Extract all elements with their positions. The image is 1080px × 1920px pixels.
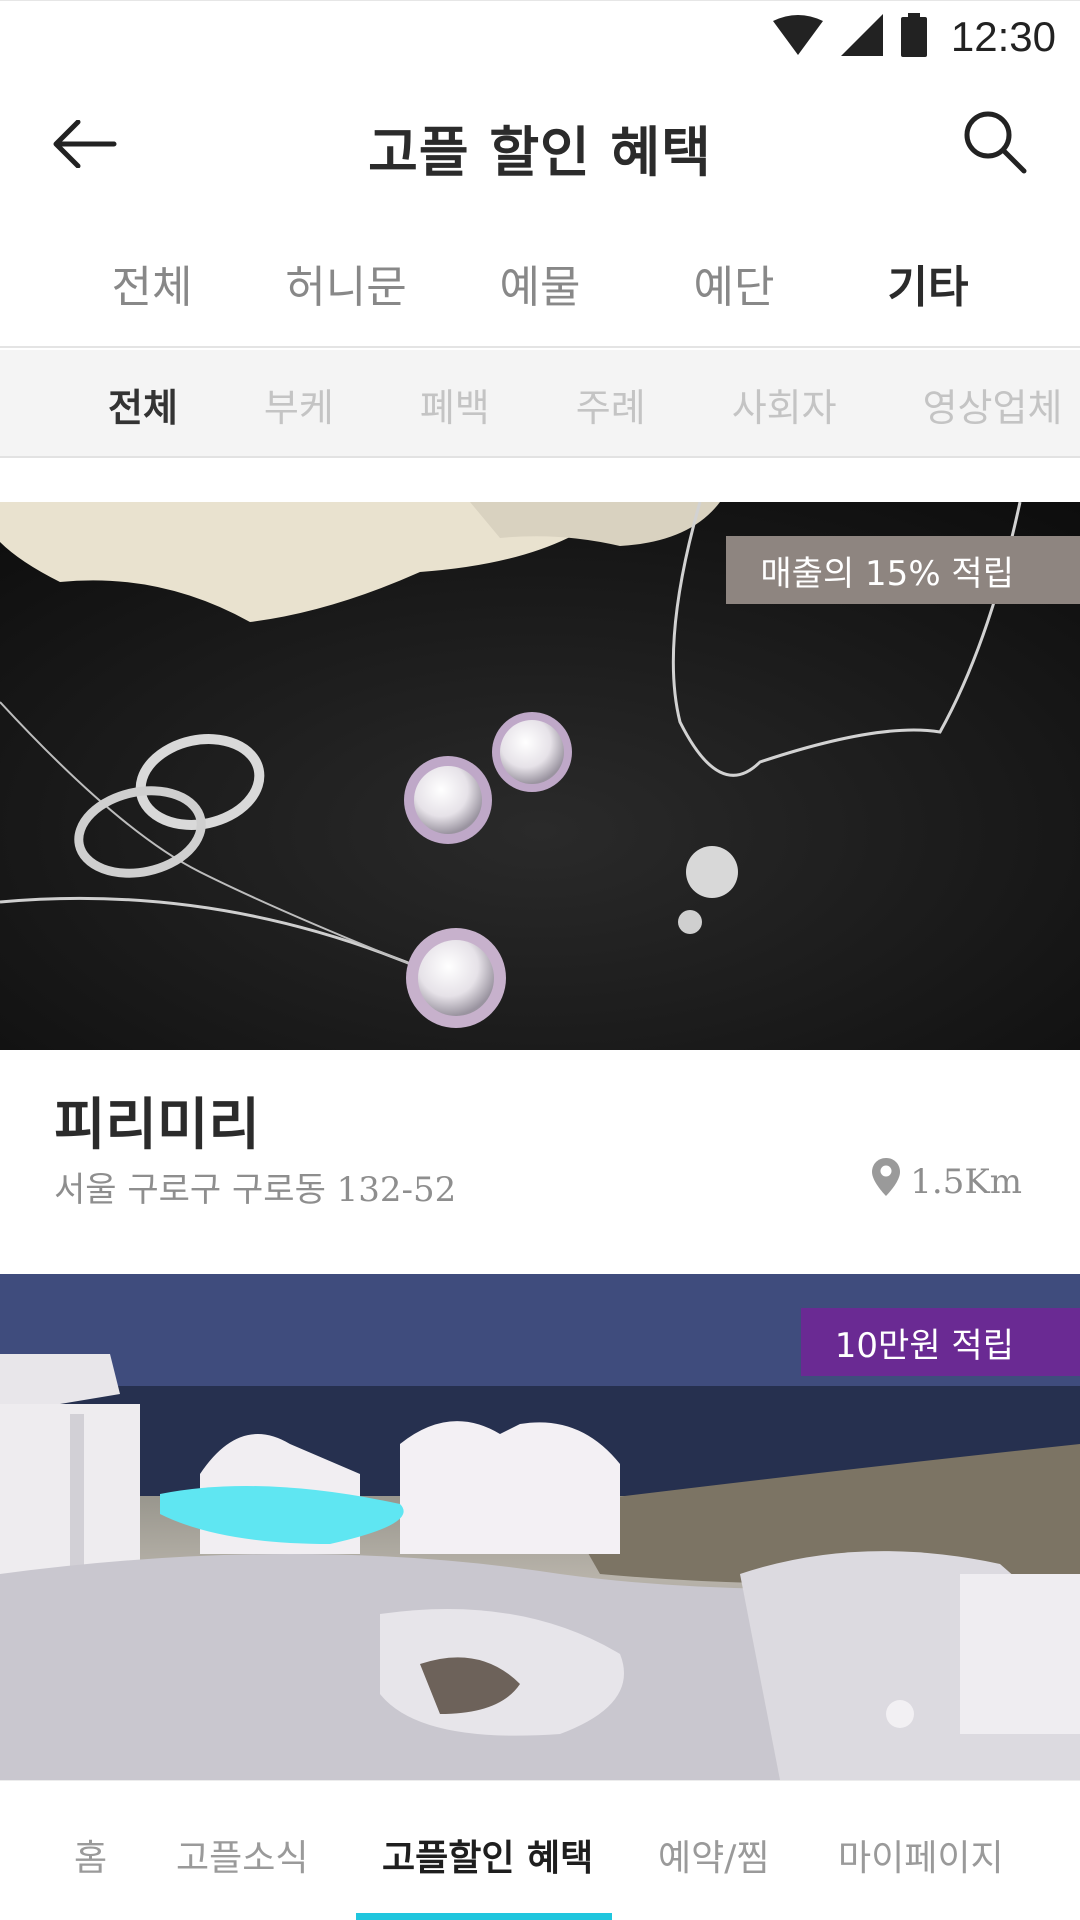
tab-etc[interactable]: 기타 <box>831 251 1025 315</box>
nav-home[interactable]: 홈 <box>74 1829 107 1881</box>
reward-badge: 매출의 15% 적립 <box>726 536 1080 604</box>
resort-photo[interactable]: 10만원 적립 <box>0 1274 1080 1780</box>
nav-reservation-wishlist[interactable]: 예약/찜 <box>658 1829 770 1881</box>
page-title: 고플 할인 혜택 <box>368 121 712 184</box>
tab-wedding-gifts[interactable]: 예물 <box>443 251 637 315</box>
search-button[interactable] <box>950 104 1040 184</box>
location-pin-icon <box>872 1158 901 1205</box>
shop-address: 서울 구로구 구로동 132-52 <box>54 1170 457 1210</box>
nav-gopl-discount[interactable]: 고플할인 혜택 <box>382 1829 593 1881</box>
bottom-navigation: 홈 고플소식 고플할인 혜택 예약/찜 마이페이지 <box>0 1780 1080 1920</box>
listing-info: 피리미리 서울 구로구 구로동 132-52 1.5Km <box>0 1050 1080 1274</box>
subtab-all[interactable]: 전체 <box>108 377 178 432</box>
main-category-tabs: 전체 허니문 예물 예단 기타 <box>0 220 1080 348</box>
battery-icon <box>900 13 927 61</box>
listing-card[interactable]: 10만원 적립 <box>0 1274 1080 1780</box>
shop-distance: 1.5Km <box>872 1158 1022 1205</box>
subtab-pyebaek[interactable]: 폐백 <box>420 377 490 432</box>
nav-gopl-news[interactable]: 고플소식 <box>176 1829 308 1881</box>
cell-signal-icon <box>840 14 883 60</box>
subtab-video-company[interactable]: 영상업체 <box>923 377 1063 432</box>
subtab-mc[interactable]: 사회자 <box>732 377 837 432</box>
tab-yedan[interactable]: 예단 <box>637 251 831 315</box>
subtab-officiant[interactable]: 주례 <box>576 377 646 432</box>
status-time: 12:30 <box>950 13 1056 60</box>
distance-value: 1.5Km <box>910 1161 1022 1202</box>
app-bar: 고플 할인 혜택 <box>0 72 1080 220</box>
status-bar: 12:30 <box>0 0 1080 72</box>
nav-mypage[interactable]: 마이페이지 <box>838 1829 1004 1881</box>
shop-name: 피리미리 <box>54 1093 261 1158</box>
status-icons: 12:30 <box>772 13 1056 61</box>
tab-honeymoon[interactable]: 허니문 <box>249 251 443 315</box>
listing-card[interactable]: 매출의 15% 적립 피리미리 서울 구로구 구로동 132-52 1.5Km <box>0 502 1080 1274</box>
tab-all[interactable]: 전체 <box>55 251 249 315</box>
jewelry-photo[interactable]: 매출의 15% 적립 <box>0 502 1080 1050</box>
wifi-icon <box>772 15 823 59</box>
sub-category-tabs[interactable]: 전체 부케 폐백 주례 사회자 영상업체 <box>0 350 1080 458</box>
search-icon <box>962 109 1028 179</box>
active-tab-indicator <box>356 1913 612 1920</box>
reward-badge: 10만원 적립 <box>800 1308 1080 1376</box>
subtab-bouquet[interactable]: 부케 <box>264 377 334 432</box>
